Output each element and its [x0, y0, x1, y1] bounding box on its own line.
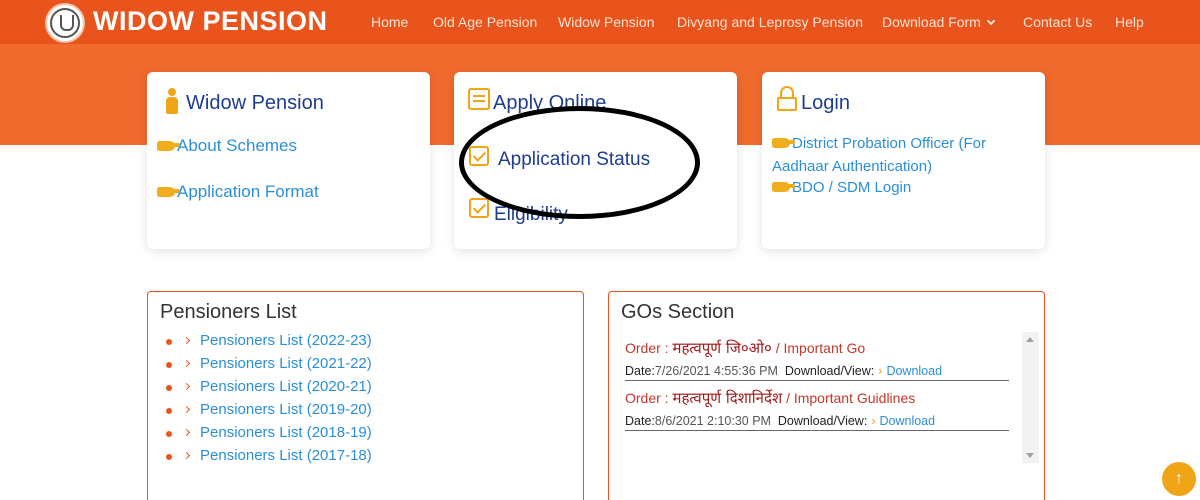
nav-contact-us[interactable]: Contact Us	[1023, 14, 1092, 30]
pointing-hand-icon	[157, 187, 180, 197]
link-application-format[interactable]: Application Format	[157, 182, 319, 202]
scroll-down-icon[interactable]	[1026, 453, 1034, 458]
nav-divyang-leprosy-pension[interactable]: Divyang and Leprosy Pension	[677, 14, 863, 30]
list-item[interactable]: Pensioners List (2017-18)	[162, 447, 372, 470]
go-order-title: Order : महत्वपूर्ण दिशानिर्देश / Importa…	[625, 389, 916, 407]
woman-icon	[165, 88, 179, 114]
card-login: Login District Probation Officer (For Aa…	[762, 72, 1045, 249]
pensioners-list-title: Pensioners List	[160, 301, 297, 323]
pointing-hand-icon	[157, 141, 180, 151]
gos-section-title: GOs Section	[621, 301, 735, 323]
go-meta: Date:8/6/2021 2:10:30 PM Download/View: ›…	[625, 414, 936, 428]
top-navbar: WIDOW PENSION Home Old Age Pension Widow…	[0, 0, 1200, 44]
go-entry: Order : महत्वपूर्ण दिशानिर्देश / Importa…	[625, 383, 1009, 431]
chevron-right-icon	[182, 359, 191, 368]
card-widow-pension: Widow Pension About Schemes Application …	[147, 72, 430, 249]
nav-help[interactable]: Help	[1115, 14, 1144, 30]
nav-old-age-pension[interactable]: Old Age Pension	[433, 14, 537, 30]
scroll-up-icon[interactable]	[1026, 337, 1034, 342]
nav-download-form[interactable]: Download Form	[882, 14, 996, 30]
pointing-hand-icon	[772, 138, 795, 148]
download-link[interactable]: Download	[879, 414, 935, 428]
download-link[interactable]: Download	[886, 364, 942, 378]
chevron-right-icon	[182, 428, 191, 437]
checkbox-icon	[469, 198, 489, 218]
list-item[interactable]: Pensioners List (2018-19)	[162, 424, 372, 447]
chevron-right-icon	[182, 336, 191, 345]
emblem-logo-icon[interactable]	[45, 3, 85, 43]
chevron-right-icon: ›	[878, 364, 883, 378]
link-district-probation-officer[interactable]: District Probation Officer (For	[772, 135, 986, 152]
gos-section-panel: GOs Section Order : महत्वपूर्ण जि०ओ० / I…	[608, 291, 1045, 500]
site-brand[interactable]: WIDOW PENSION	[93, 6, 328, 37]
chevron-right-icon	[182, 451, 191, 460]
nav-widow-pension[interactable]: Widow Pension	[558, 14, 655, 30]
back-to-top-button[interactable]: ↑	[1162, 462, 1196, 496]
arrow-up-icon: ↑	[1175, 470, 1183, 487]
annotation-ellipse	[459, 106, 700, 219]
list-item[interactable]: Pensioners List (2021-22)	[162, 355, 372, 378]
chevron-down-icon	[986, 16, 996, 26]
card-title-login: Login	[801, 92, 850, 114]
gos-scrollbar[interactable]	[1022, 332, 1039, 463]
pointing-hand-icon	[772, 182, 795, 192]
list-item[interactable]: Pensioners List (2020-21)	[162, 378, 372, 401]
calendar-icon	[468, 88, 490, 110]
go-entry: Order : महत्वपूर्ण जि०ओ० / Important Go …	[625, 333, 1009, 381]
link-aadhaar-authentication[interactable]: Aadhaar Authentication)	[772, 158, 932, 175]
list-item[interactable]: Pensioners List (2022-23)	[162, 332, 372, 355]
chevron-right-icon	[182, 382, 191, 391]
chevron-right-icon: ›	[871, 414, 876, 428]
pensioners-list-panel: Pensioners List Pensioners List (2022-23…	[147, 291, 584, 500]
go-meta: Date:7/26/2021 4:55:36 PM Download/View:…	[625, 364, 943, 378]
pensioners-list: Pensioners List (2022-23) Pensioners Lis…	[162, 332, 372, 470]
chevron-right-icon	[182, 405, 191, 414]
go-order-title: Order : महत्वपूर्ण जि०ओ० / Important Go	[625, 339, 866, 357]
card-title-widow-pension: Widow Pension	[186, 92, 324, 114]
list-item[interactable]: Pensioners List (2019-20)	[162, 401, 372, 424]
link-bdo-sdm-login[interactable]: BDO / SDM Login	[772, 179, 911, 196]
nav-home[interactable]: Home	[371, 14, 408, 30]
unlock-icon	[777, 86, 797, 112]
link-about-schemes[interactable]: About Schemes	[157, 136, 297, 156]
